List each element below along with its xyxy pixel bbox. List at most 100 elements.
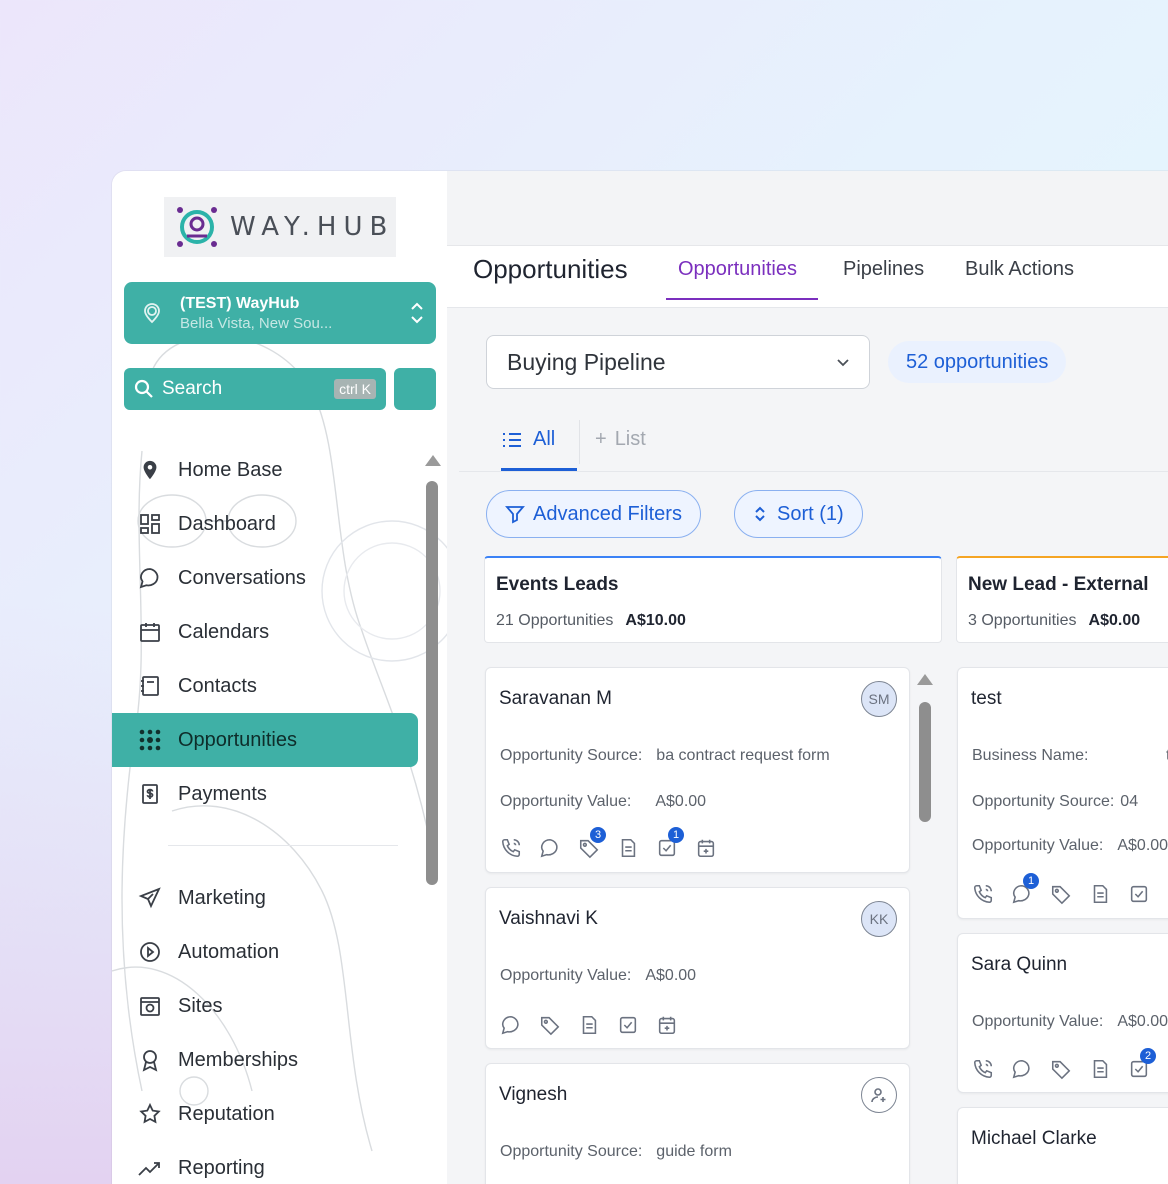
card-action-icons: 1: [970, 873, 1152, 907]
opportunity-card[interactable]: test Business Name:test Opportunity Sour…: [957, 667, 1168, 919]
chat-icon[interactable]: 1: [1009, 873, 1039, 907]
stage-meta: 21 Opportunities A$10.00: [496, 612, 686, 630]
brand-logo[interactable]: WAY.HUB: [164, 197, 396, 257]
pipeline-select[interactable]: Buying Pipeline: [486, 335, 870, 389]
card-contact-name: Saravanan M: [499, 688, 613, 709]
opportunity-card[interactable]: Michael Clarke: [957, 1107, 1168, 1184]
tab-opportunities[interactable]: Opportunities: [678, 258, 797, 281]
field-value: A$0.00: [655, 793, 707, 810]
sidebar-item-dashboard[interactable]: Dashboard: [112, 497, 418, 551]
opportunity-card[interactable]: Saravanan M SM Opportunity Source: ba con…: [485, 667, 910, 873]
user-avatar-icon[interactable]: [861, 1077, 897, 1113]
sidebar-item-automation[interactable]: Automation: [112, 925, 418, 979]
note-icon[interactable]: [1087, 881, 1113, 907]
sidebar-scrollbar[interactable]: [424, 455, 441, 895]
stage-value: A$0.00: [1088, 612, 1141, 629]
sidebar-item-label: Automation: [178, 940, 280, 963]
scroll-up-arrow-icon[interactable]: [425, 455, 441, 466]
field-label: Opportunity Value:: [500, 793, 632, 810]
calendar-add-icon[interactable]: [654, 1012, 680, 1038]
filter-icon: [505, 506, 525, 524]
notification-badge: 1: [1023, 873, 1039, 889]
list-icon: [503, 432, 521, 447]
opportunity-card[interactable]: Sara Quinn Opportunity Value: A$0.00 2: [957, 933, 1168, 1093]
quick-action-button[interactable]: [394, 368, 436, 410]
notification-badge: 3: [590, 827, 606, 843]
phone-icon[interactable]: [970, 1056, 996, 1082]
view-tab-all-label: All: [533, 428, 556, 450]
sidebar-item-calendars[interactable]: Calendars: [112, 605, 418, 659]
phone-icon[interactable]: [970, 881, 996, 907]
chat-icon[interactable]: [498, 1012, 524, 1038]
task-icon[interactable]: 2: [1126, 1048, 1156, 1082]
location-icon: [136, 297, 168, 329]
opportunity-card[interactable]: Vaishnavi K KK Opportunity Value: A$0.00: [485, 887, 910, 1049]
note-icon[interactable]: [615, 835, 641, 861]
sidebar: WAY.HUB (TEST) WayHub Bella Vista, New S…: [112, 171, 447, 1184]
field-label: Opportunity Source:: [972, 793, 1115, 810]
card-field-row: Opportunity Source: 04: [972, 793, 1138, 811]
view-tab-all[interactable]: All: [501, 428, 555, 451]
sidebar-item-marketing[interactable]: Marketing: [112, 871, 418, 925]
advanced-filters-button[interactable]: Advanced Filters: [486, 490, 701, 538]
column-scrollbar[interactable]: [916, 674, 934, 824]
tag-icon[interactable]: [1048, 1056, 1074, 1082]
opportunity-count-badge: 52 opportunities: [888, 341, 1067, 383]
note-icon[interactable]: [1087, 1056, 1113, 1082]
task-icon[interactable]: [615, 1012, 641, 1038]
card-field-row: Opportunity Value: A$0.00: [500, 967, 696, 985]
phone-icon[interactable]: [498, 835, 524, 861]
page-title: Opportunities: [473, 254, 628, 284]
main-content: Opportunities Opportunities Pipelines Bu…: [447, 171, 1168, 1184]
tab-pipelines[interactable]: Pipelines: [843, 258, 924, 281]
search-button[interactable]: Search ctrl K: [124, 368, 386, 410]
sidebar-item-conversations[interactable]: Conversations: [112, 551, 418, 605]
view-divider: [579, 420, 580, 464]
account-switcher[interactable]: (TEST) WayHub Bella Vista, New Sou...: [124, 282, 436, 344]
task-icon[interactable]: [1126, 881, 1152, 907]
scrollbar-thumb[interactable]: [919, 702, 931, 822]
send-icon: [136, 884, 164, 912]
field-label: Opportunity Value:: [500, 967, 632, 984]
calendar-add-icon[interactable]: [693, 835, 719, 861]
sidebar-item-label: Dashboard: [178, 512, 276, 535]
location-pin-icon: [136, 456, 164, 484]
scroll-up-arrow-icon[interactable]: [917, 674, 933, 685]
dashboard-grid-icon: [136, 510, 164, 538]
card-action-icons: 2: [970, 1048, 1156, 1082]
sort-icon: [755, 506, 765, 522]
tag-icon[interactable]: 3: [576, 827, 606, 861]
avatar[interactable]: KK: [861, 901, 897, 937]
sidebar-item-sites[interactable]: Sites: [112, 979, 418, 1033]
plus-icon: +: [595, 428, 607, 450]
active-view-indicator: [501, 468, 577, 471]
tag-icon[interactable]: [1048, 881, 1074, 907]
sidebar-item-opportunities[interactable]: Opportunities: [112, 713, 418, 767]
sidebar-item-memberships[interactable]: Memberships: [112, 1033, 418, 1087]
task-icon[interactable]: 1: [654, 827, 684, 861]
tag-icon[interactable]: [537, 1012, 563, 1038]
automation-icon: [136, 938, 164, 966]
scrollbar-thumb[interactable]: [426, 481, 438, 885]
sidebar-item-contacts[interactable]: Contacts: [112, 659, 418, 713]
chat-icon[interactable]: [1009, 1056, 1035, 1082]
opportunity-card[interactable]: Vignesh Opportunity Source: guide form: [485, 1063, 910, 1184]
chevron-down-icon: [837, 359, 849, 367]
sidebar-item-home-base[interactable]: Home Base: [112, 443, 418, 497]
sidebar-nav: Home Base Dashboard Conversations Calend…: [112, 443, 418, 1184]
card-field-row: Opportunity Source: guide form: [500, 1143, 732, 1161]
field-label: Opportunity Value:: [972, 1013, 1104, 1030]
tab-bulk-actions[interactable]: Bulk Actions: [965, 258, 1074, 281]
sidebar-item-label: Conversations: [178, 566, 306, 589]
chat-icon[interactable]: [537, 835, 563, 861]
sidebar-item-reporting[interactable]: Reporting: [112, 1141, 418, 1184]
sidebar-item-label: Sites: [178, 994, 223, 1017]
add-list-view-button[interactable]: + List: [595, 428, 646, 451]
sidebar-item-payments[interactable]: Payments: [112, 767, 418, 821]
field-label: Opportunity Source:: [500, 747, 643, 764]
sort-button[interactable]: Sort (1): [734, 490, 863, 538]
card-field-row: Opportunity Value: A$0.00: [972, 1013, 1168, 1031]
note-icon[interactable]: [576, 1012, 602, 1038]
sidebar-item-reputation[interactable]: Reputation: [112, 1087, 418, 1141]
avatar[interactable]: SM: [861, 681, 897, 717]
